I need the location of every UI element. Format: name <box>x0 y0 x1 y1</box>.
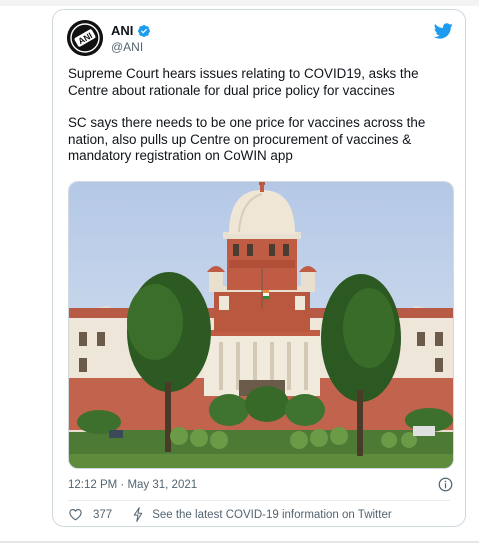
supreme-court-photo <box>69 182 453 468</box>
author-name-row[interactable]: ANI <box>111 23 151 38</box>
author-handle[interactable]: @ANI <box>111 40 143 54</box>
twitter-bird-icon[interactable] <box>433 21 453 41</box>
verified-badge-icon <box>138 24 151 37</box>
like-heart-icon[interactable] <box>68 507 83 522</box>
covid-info-label[interactable]: See the latest COVID-19 information on T… <box>152 509 391 521</box>
tweet-paragraph-2: SC says there needs to be one price for … <box>68 115 426 164</box>
tweet-card[interactable]: ANI ANI @ANI Supreme Court hears issues … <box>52 9 466 527</box>
window-top-strip <box>0 0 479 6</box>
tweet-text: Supreme Court hears issues relating to C… <box>68 66 460 165</box>
like-button[interactable]: 377 <box>68 507 112 522</box>
tweet-actions: 377 See the latest COVID-19 information … <box>68 507 392 522</box>
covid-info-link[interactable]: See the latest COVID-19 information on T… <box>132 507 392 522</box>
tweet-timestamp[interactable]: 12:12 PM · May 31, 2021 <box>68 479 197 491</box>
display-name[interactable]: ANI <box>111 23 133 38</box>
info-icon[interactable] <box>438 477 453 492</box>
action-divider <box>68 500 450 501</box>
tweet-paragraph-1: Supreme Court hears issues relating to C… <box>68 66 419 98</box>
ani-logo-image: ANI <box>67 20 103 56</box>
avatar[interactable]: ANI <box>67 20 103 56</box>
like-count: 377 <box>93 508 113 521</box>
tweet-photo[interactable] <box>68 181 454 469</box>
covid-bolt-icon <box>133 507 143 522</box>
